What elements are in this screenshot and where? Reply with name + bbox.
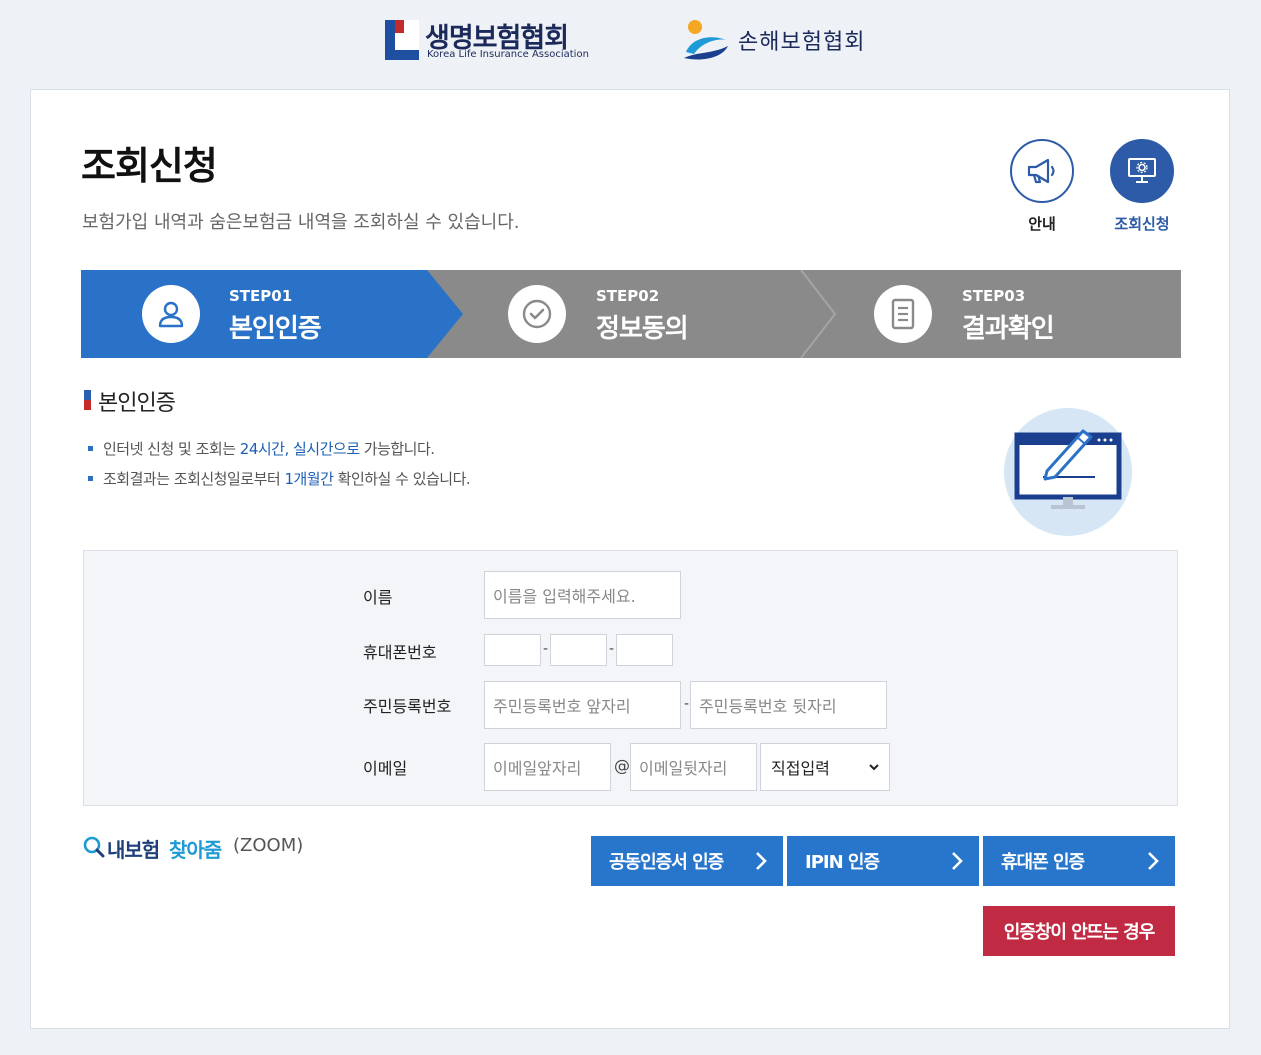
step-progress-bar: STEP01 본인인증 STEP02 정보동의 STEP03 결과확인 bbox=[81, 270, 1181, 358]
step-2-name: 정보동의 bbox=[596, 314, 689, 344]
klia-subtitle: Korea Life Insurance Association bbox=[427, 49, 589, 60]
identity-form: 이름 이름을 입력해주세요. 휴대폰번호 - - 주민등록번호 주민등록번호 앞… bbox=[83, 550, 1178, 806]
phone-part2-input[interactable] bbox=[550, 634, 607, 666]
magnifier-icon bbox=[83, 836, 105, 858]
phone-part3-input[interactable] bbox=[616, 634, 673, 666]
klia-logo-icon bbox=[385, 20, 419, 60]
knia-name: 손해보험협회 bbox=[738, 30, 866, 55]
megaphone-icon bbox=[1027, 158, 1055, 184]
monitor-gear-icon bbox=[1128, 158, 1156, 183]
rrn-front-input[interactable]: 주민등록번호 앞자리 bbox=[484, 681, 681, 729]
zoom-text-2: 찾아줌 bbox=[169, 838, 222, 862]
notice-item: 인터넷 신청 및 조회는 24시간, 실시간으로 가능합니다. bbox=[88, 438, 470, 468]
section-title-text: 본인인증 bbox=[98, 391, 176, 416]
name-label: 이름 bbox=[363, 588, 393, 607]
apply-label: 조회신청 bbox=[1114, 215, 1170, 233]
email-label: 이메일 bbox=[363, 759, 408, 778]
zoom-text-1: 내보험 bbox=[107, 838, 160, 862]
guide-label: 안내 bbox=[1028, 215, 1056, 233]
apply-button[interactable]: 조회신청 bbox=[1109, 139, 1175, 234]
general-insurance-association-logo[interactable]: 손해보험협회 bbox=[682, 18, 882, 64]
phone-part1-input[interactable] bbox=[484, 634, 541, 666]
step-1: STEP01 본인인증 bbox=[81, 270, 463, 358]
notice-list: 인터넷 신청 및 조회는 24시간, 실시간으로 가능합니다. 조회결과는 조회… bbox=[88, 438, 471, 498]
chevron-right-icon bbox=[1148, 852, 1159, 870]
guide-button[interactable]: 안내 bbox=[1009, 139, 1075, 234]
step-2: STEP02 정보동의 bbox=[463, 270, 833, 358]
step-1-name: 본인인증 bbox=[229, 314, 322, 344]
chevron-right-icon bbox=[952, 852, 963, 870]
phone-separator: - bbox=[609, 641, 615, 657]
user-icon bbox=[158, 301, 184, 328]
email-at-sign: @ bbox=[614, 756, 630, 775]
monitor-pen-illustration bbox=[1004, 408, 1132, 536]
step-2-number: STEP02 bbox=[596, 287, 660, 305]
chevron-right-icon bbox=[756, 852, 767, 870]
header-logos: 생명보험협회 Korea Life Insurance Association … bbox=[0, 0, 1261, 88]
check-circle-icon bbox=[522, 299, 552, 329]
email-back-input[interactable]: 이메일뒷자리 bbox=[630, 743, 757, 791]
section-title-bar-icon bbox=[84, 390, 91, 410]
rrn-separator: - bbox=[684, 696, 690, 712]
knia-logo-icon bbox=[684, 20, 728, 60]
step-3-name: 결과확인 bbox=[962, 314, 1055, 344]
certificate-auth-button[interactable]: 공동인증서 인증 bbox=[591, 836, 783, 886]
email-domain-selected: 직접입력 bbox=[771, 759, 830, 778]
page-description: 보험가입 내역과 숨은보험금 내역을 조회하실 수 있습니다. bbox=[82, 212, 520, 233]
zoom-text-3: (ZOOM) bbox=[233, 835, 304, 856]
step-3: STEP03 결과확인 bbox=[835, 270, 1181, 358]
phone-label: 휴대폰번호 bbox=[363, 643, 437, 662]
document-icon bbox=[891, 298, 915, 330]
step-3-number: STEP03 bbox=[962, 287, 1026, 305]
email-front-input[interactable]: 이메일앞자리 bbox=[484, 743, 611, 791]
ipin-auth-button[interactable]: IPIN 인증 bbox=[787, 836, 979, 886]
page-title: 조회신청 bbox=[81, 144, 218, 188]
name-input[interactable]: 이름을 입력해주세요. bbox=[484, 571, 681, 619]
chevron-down-icon bbox=[869, 764, 879, 771]
auth-window-help-button[interactable]: 인증창이 안뜨는 경우 bbox=[983, 906, 1175, 956]
ipin-auth-label: IPIN 인증 bbox=[805, 852, 880, 873]
phone-auth-button[interactable]: 휴대폰 인증 bbox=[983, 836, 1175, 886]
email-domain-select[interactable]: 직접입력 bbox=[760, 743, 890, 791]
life-insurance-association-logo[interactable]: 생명보험협회 Korea Life Insurance Association bbox=[385, 18, 600, 64]
notice-item: 조회결과는 조회신청일로부터 1개월간 확인하실 수 있습니다. bbox=[88, 468, 471, 498]
step-1-number: STEP01 bbox=[229, 287, 293, 305]
phone-separator: - bbox=[543, 641, 549, 657]
certificate-auth-label: 공동인증서 인증 bbox=[609, 852, 724, 873]
main-card: 조회신청 보험가입 내역과 숨은보험금 내역을 조회하실 수 있습니다. 안내 … bbox=[30, 89, 1230, 1029]
phone-auth-label: 휴대폰 인증 bbox=[1001, 852, 1085, 873]
rrn-label: 주민등록번호 bbox=[363, 697, 452, 716]
rrn-back-input[interactable]: 주민등록번호 뒷자리 bbox=[690, 681, 887, 729]
